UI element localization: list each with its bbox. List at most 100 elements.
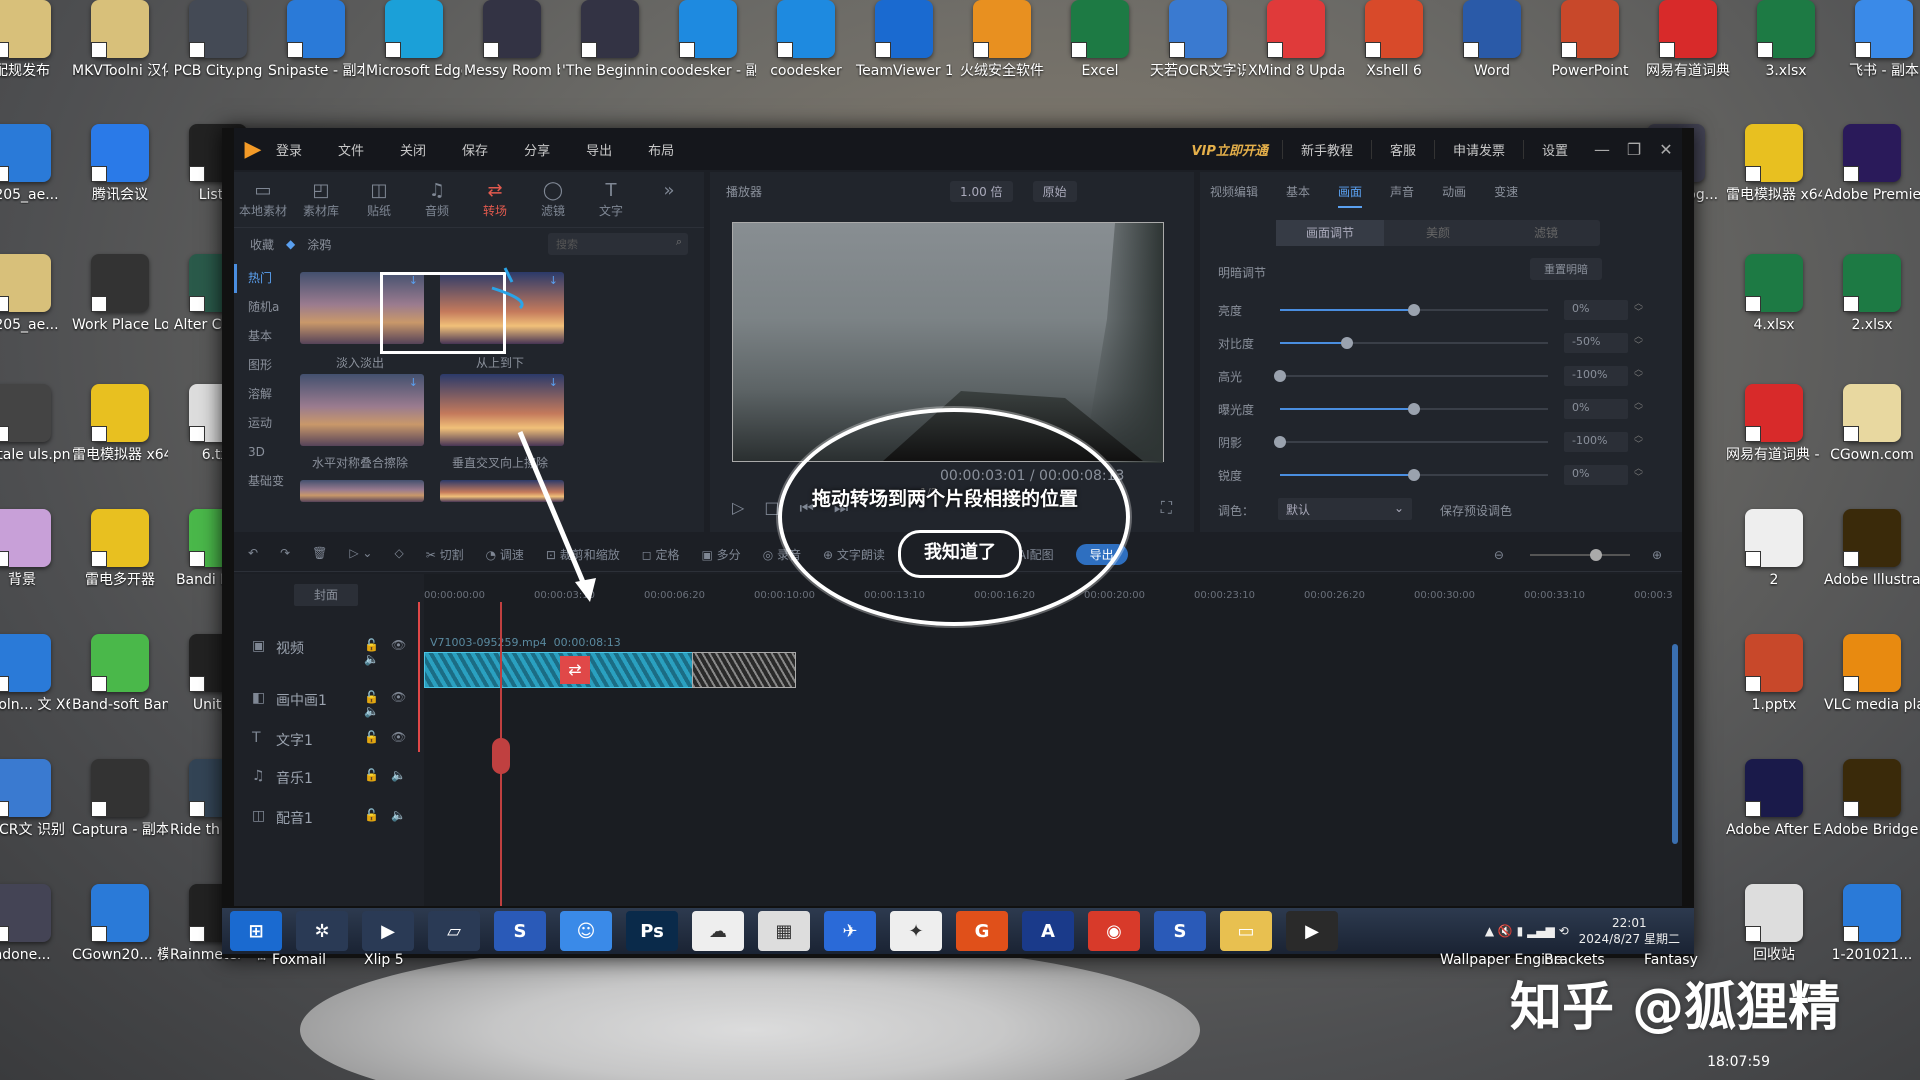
zoom-in-icon[interactable]: ⊕: [1652, 548, 1662, 562]
download-icon[interactable]: ↓: [549, 376, 558, 389]
slider-knob[interactable]: [1274, 370, 1286, 382]
slider-track[interactable]: [1280, 441, 1548, 443]
menu-item[interactable]: 文件: [338, 140, 364, 159]
tool-tab[interactable]: ♫ 音频: [408, 172, 466, 227]
desktop-icon[interactable]: MKVToolni 汉化版 X64: [72, 0, 168, 124]
spinner-icon[interactable]: ︿ ﹀: [1634, 399, 1643, 417]
desktop-icon[interactable]: Xshell 6: [1346, 0, 1442, 124]
desktop-icon[interactable]: 雷电模拟器 x64: [72, 380, 168, 508]
video-editor-icon[interactable]: ▶: [1286, 911, 1338, 951]
category-item[interactable]: 随机a: [234, 293, 292, 322]
download-icon[interactable]: ↓: [409, 376, 418, 389]
wps-icon[interactable]: G: [956, 911, 1008, 951]
menu-item[interactable]: 导出: [586, 140, 612, 159]
spinner-icon[interactable]: ︿ ﹀: [1634, 432, 1643, 450]
tone-select[interactable]: 默认 ⌄: [1278, 498, 1412, 520]
slider-value-input[interactable]: -50%: [1564, 333, 1628, 353]
segment-tab[interactable]: 滤镜: [1492, 220, 1600, 246]
desktop-icon[interactable]: coodesker - 副本: [660, 0, 756, 124]
fan-icon[interactable]: ✲: [296, 911, 348, 951]
slider-knob[interactable]: [1408, 403, 1420, 415]
header-link[interactable]: 新手教程: [1281, 139, 1371, 159]
toolbar-tool[interactable]: 🗑: [312, 546, 327, 563]
track-controls[interactable]: 🔓👁🔈: [364, 638, 424, 666]
desktop-icon[interactable]: 腾讯会议: [72, 120, 168, 248]
desktop-icon[interactable]: 2.xlsx: [1824, 250, 1920, 378]
slider-knob[interactable]: [1408, 304, 1420, 316]
tab-doodle[interactable]: 涂鸦: [307, 236, 331, 253]
category-item[interactable]: 基本: [234, 322, 292, 351]
close-icon[interactable]: ✕: [1650, 140, 1682, 159]
taskbar-clock[interactable]: 22:01 2024/8/27 星期二: [1579, 915, 1680, 947]
category-item[interactable]: 热门: [234, 264, 292, 293]
desktop-icon[interactable]: Adobe After Effects CC ...: [1726, 755, 1822, 883]
desktop-icon[interactable]: CGown.com: [1824, 380, 1920, 508]
toolbar-tool[interactable]: ▣ 多分: [702, 546, 741, 563]
header-link[interactable]: 申请发票: [1433, 139, 1523, 159]
desktop-icon[interactable]: 背景: [0, 505, 70, 633]
desktop-icon[interactable]: 飞书 - 副本: [1836, 0, 1920, 124]
category-item[interactable]: 运动: [234, 409, 292, 438]
timeline-scrollbar[interactable]: [1672, 644, 1678, 844]
ratio-select[interactable]: 原始: [1032, 180, 1077, 202]
desktop-icon[interactable]: 网易有道词典: [1640, 0, 1736, 124]
menu-item[interactable]: 布局: [648, 140, 674, 159]
menu-item[interactable]: 分享: [524, 140, 550, 159]
track-controls[interactable]: 🔓👁🔈: [364, 690, 424, 718]
desktop-icon[interactable]: 4.xlsx: [1726, 250, 1822, 378]
slider-value-input[interactable]: -100%: [1564, 432, 1628, 452]
desktop-icon[interactable]: 若OCR文 识别 - 副本: [0, 755, 70, 883]
edit-tab[interactable]: 动画: [1442, 183, 1466, 200]
spinner-icon[interactable]: ︿ ﹀: [1634, 465, 1643, 483]
download-icon[interactable]: ↓: [549, 274, 558, 287]
transition-swap-icon[interactable]: ⇄: [560, 656, 590, 684]
expand-icon[interactable]: »: [640, 172, 698, 227]
edit-tab[interactable]: 基本: [1286, 183, 1310, 200]
segment-tab[interactable]: 画面调节: [1276, 220, 1384, 246]
photoshop-icon[interactable]: Ps: [626, 911, 678, 951]
slider-value-input[interactable]: 0%: [1564, 465, 1628, 485]
selected-transition-frame[interactable]: [380, 272, 506, 354]
category-item[interactable]: 溶解: [234, 380, 292, 409]
desktop-icon[interactable]: coodesker: [758, 0, 854, 124]
desktop-icon[interactable]: ndone...: [0, 880, 70, 1008]
desktop-icon[interactable]: 火绒安全软件: [954, 0, 1050, 124]
transition-thumb[interactable]: ↓: [300, 374, 424, 446]
tool-tab[interactable]: ◯ 滤镜: [524, 172, 582, 227]
feishu-icon[interactable]: ✈: [824, 911, 876, 951]
desktop-icon[interactable]: Word: [1444, 0, 1540, 124]
desktop-icon[interactable]: 2205_ae...: [0, 250, 70, 378]
minimize-icon[interactable]: —: [1586, 140, 1618, 159]
transition-thumb[interactable]: [440, 480, 564, 502]
desktop-icon[interactable]: 配规发布: [0, 0, 70, 124]
track-controls[interactable]: 🔓👁: [364, 730, 418, 744]
spinner-icon[interactable]: ︿ ﹀: [1634, 366, 1643, 384]
save-preset-button[interactable]: 保存预设调色: [1440, 502, 1512, 519]
slider-track[interactable]: [1280, 375, 1548, 377]
tab-favorites[interactable]: 收藏: [250, 236, 274, 253]
tool-tab[interactable]: ◫ 贴纸: [350, 172, 408, 227]
desktop-icon-label[interactable]: Xlip 5: [364, 952, 404, 968]
explorer-icon[interactable]: ▭: [1220, 911, 1272, 951]
search-icon[interactable]: ⌕: [676, 235, 682, 249]
edit-tab[interactable]: 变速: [1494, 183, 1518, 200]
desktop-icon[interactable]: 天若OCR文字识别: [1150, 0, 1246, 124]
edit-tab[interactable]: 画面: [1338, 183, 1363, 208]
playhead[interactable]: [418, 602, 420, 752]
track-controls[interactable]: 🔓🔈: [364, 808, 418, 822]
menu-item[interactable]: 登录: [276, 140, 302, 159]
slider-value-input[interactable]: 0%: [1564, 399, 1628, 419]
desktop-icon[interactable]: Work Place Lonely.png: [72, 250, 168, 378]
edit-tab[interactable]: 声音: [1390, 183, 1414, 200]
maximize-icon[interactable]: ❐: [1618, 140, 1650, 159]
slider-knob[interactable]: [1341, 337, 1353, 349]
desktop-icon[interactable]: 网易有道词典 - 副本: [1726, 380, 1822, 508]
category-item[interactable]: 基础变: [234, 467, 292, 496]
slider-value-input[interactable]: -100%: [1564, 366, 1628, 386]
segment-tab[interactable]: 美颜: [1384, 220, 1492, 246]
skype-alt-icon[interactable]: S: [1154, 911, 1206, 951]
chrome-icon[interactable]: ◉: [1088, 911, 1140, 951]
calculator-icon[interactable]: ▦: [758, 911, 810, 951]
desktop-icon[interactable]: dertale uls.png: [0, 380, 70, 508]
search-input[interactable]: 搜索 ⌕: [548, 233, 688, 255]
